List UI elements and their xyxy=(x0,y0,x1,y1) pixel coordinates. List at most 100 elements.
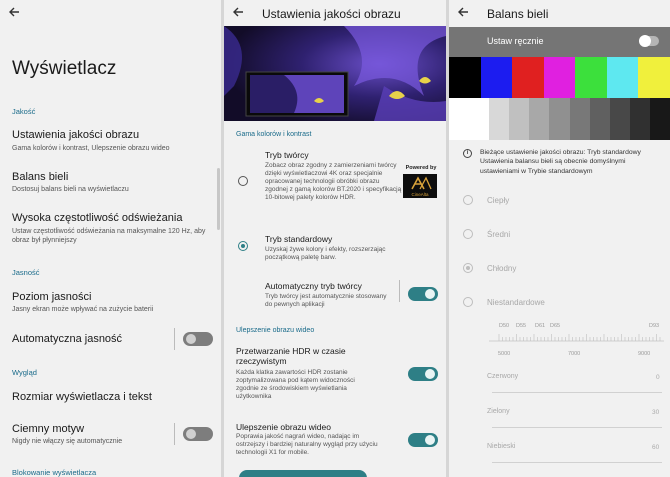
tick-label: D50 xyxy=(499,323,510,329)
page-title: Wyświetlacz xyxy=(12,58,117,79)
radio-warm xyxy=(463,195,473,205)
item-subtitle: Gama kolorów i kontrast, Ulepszenie obra… xyxy=(12,145,170,152)
color-bar-swatch xyxy=(512,57,545,98)
option-title: Tryb twórcy xyxy=(265,150,309,160)
divider xyxy=(174,328,175,350)
gray-bar-swatch xyxy=(449,98,470,140)
gray-bar-swatch xyxy=(549,98,571,140)
option-desc: Tryb twórcy jest automatycznie stosowany… xyxy=(265,293,387,308)
page-title: Ustawienia jakości obrazu xyxy=(262,7,401,21)
item-title: Poziom jasności xyxy=(12,291,92,303)
gray-bar-swatch xyxy=(609,98,631,140)
hdr-toggle[interactable] xyxy=(408,367,438,381)
auto-brightness-toggle[interactable] xyxy=(183,332,213,346)
item-subtitle: Dostosuj balans bieli na wyświetlaczu xyxy=(12,186,129,193)
cinealta-logo: CineAlta xyxy=(403,174,437,198)
channel-value: 30 xyxy=(652,409,660,416)
gray-bar-swatch xyxy=(489,98,510,140)
tick-label: 9000 xyxy=(638,351,651,357)
section-header-lock: Blokowanie wyświetlacza xyxy=(12,468,97,477)
color-bar-swatch xyxy=(449,57,482,98)
option-label: Średni xyxy=(487,230,511,239)
gray-bar-swatch xyxy=(629,98,651,140)
gray-bar-swatch xyxy=(529,98,550,140)
channel-slider-track xyxy=(492,392,662,393)
section-header-brightness: Jasność xyxy=(12,268,40,277)
option-label: Niestandardowe xyxy=(487,298,545,307)
channel-value: 60 xyxy=(652,444,660,451)
powered-by-label: Powered by xyxy=(405,165,437,171)
info-text: Bieżące ustawienie jakości obrazu: Tryb … xyxy=(480,149,641,175)
item-subtitle: Jasny ekran może wpływać na zużycie bate… xyxy=(12,306,154,313)
item-title: Balans bieli xyxy=(12,171,69,183)
gray-bar-swatch xyxy=(649,98,670,140)
channel-label: Niebieski xyxy=(487,443,516,450)
tick-label: D93 xyxy=(649,323,660,329)
scrollbar[interactable] xyxy=(217,168,220,230)
manual-setting-row[interactable]: Ustaw ręcznie xyxy=(449,27,670,57)
slider-ticks xyxy=(489,334,664,342)
section-header-look: Wygląd xyxy=(12,368,37,377)
radio-cool xyxy=(463,263,473,273)
display-settings-panel: Wyświetlacz Jakość Ustawienia jakości ob… xyxy=(0,0,221,477)
color-bar-swatch xyxy=(638,57,670,98)
tick-label: D55 xyxy=(516,323,527,329)
item-title: Ustawienia jakości obrazu xyxy=(12,129,140,141)
channel-label: Zielony xyxy=(487,408,510,415)
section-header-video: Ulepszenie obrazu wideo xyxy=(236,327,315,334)
option-title: Tryb standardowy xyxy=(265,234,333,244)
item-subtitle: Ustaw częstotliwość odświeżania na maksy… xyxy=(12,228,206,244)
tick-label: 7000 xyxy=(568,351,581,357)
tick-label: 5000 xyxy=(498,351,511,357)
manual-toggle[interactable] xyxy=(639,35,659,47)
option-title: Ulepszenie obrazu wideo xyxy=(236,422,331,432)
option-desc: Każda klatka zawartości HDR zostanie zop… xyxy=(236,369,355,400)
gray-bar-swatch xyxy=(589,98,611,140)
channel-label: Czerwony xyxy=(487,373,519,380)
item-subtitle: Nigdy nie włączy się automatycznie xyxy=(12,438,123,445)
white-balance-panel: Balans bieli Ustaw ręcznie i Bieżące ust… xyxy=(449,0,670,477)
color-bar-swatch xyxy=(543,57,576,98)
channel-slider-track xyxy=(492,462,662,463)
item-title: Wysoka częstotliwość odświeżania xyxy=(12,212,183,224)
gray-bar-swatch xyxy=(509,98,530,140)
option-title: Automatyczny tryb twórcy xyxy=(265,281,362,291)
radio-medium xyxy=(463,229,473,239)
back-arrow-icon[interactable] xyxy=(232,6,248,20)
bottom-button[interactable] xyxy=(239,470,367,477)
gray-bar-swatch xyxy=(569,98,591,140)
section-header-quality: Jakość xyxy=(12,107,36,116)
info-icon: i xyxy=(463,149,472,158)
picture-quality-panel: Ustawienia jakości obrazu Gama kolorów i… xyxy=(224,0,446,477)
color-bar-swatch xyxy=(575,57,608,98)
gray-bar-swatch xyxy=(469,98,490,140)
radio-creator-mode[interactable] xyxy=(238,176,248,186)
option-label: Ciepły xyxy=(487,196,510,205)
radio-standard-mode[interactable] xyxy=(238,241,248,251)
page-title: Balans bieli xyxy=(487,7,549,21)
dark-theme-toggle[interactable] xyxy=(183,427,213,441)
manual-label: Ustaw ręcznie xyxy=(487,36,544,46)
item-title: Rozmiar wyświetlacza i tekst xyxy=(12,391,152,403)
option-label: Chłodny xyxy=(487,264,517,273)
divider xyxy=(174,423,175,445)
item-title: Ciemny motyw xyxy=(12,423,85,435)
back-arrow-icon[interactable] xyxy=(8,6,24,20)
auto-creator-toggle[interactable] xyxy=(408,287,438,301)
tick-label: D61 xyxy=(535,323,546,329)
cinealta-badge: Powered by CineAlta xyxy=(403,165,439,198)
preview-image xyxy=(224,26,446,121)
section-header-gamut: Gama kolorów i kontrast xyxy=(236,131,312,138)
back-arrow-icon[interactable] xyxy=(457,6,473,20)
option-title: Przetwarzanie HDR w czasie rzeczywistym xyxy=(236,346,346,366)
tick-label: D65 xyxy=(550,323,561,329)
option-desc: Uzyskaj żywe kolory i efekty, rozszerzaj… xyxy=(265,246,386,261)
option-desc: Poprawia jakość nagrań wideo, nadając im… xyxy=(236,433,378,456)
color-bar-swatch xyxy=(480,57,513,98)
color-bar-swatch xyxy=(606,57,639,98)
channel-value: 0 xyxy=(656,374,660,381)
channel-slider-track xyxy=(492,427,662,428)
option-desc: Zobacz obraz zgodny z zamierzeniami twór… xyxy=(265,162,402,201)
radio-custom xyxy=(463,297,473,307)
video-enhancement-toggle[interactable] xyxy=(408,433,438,447)
